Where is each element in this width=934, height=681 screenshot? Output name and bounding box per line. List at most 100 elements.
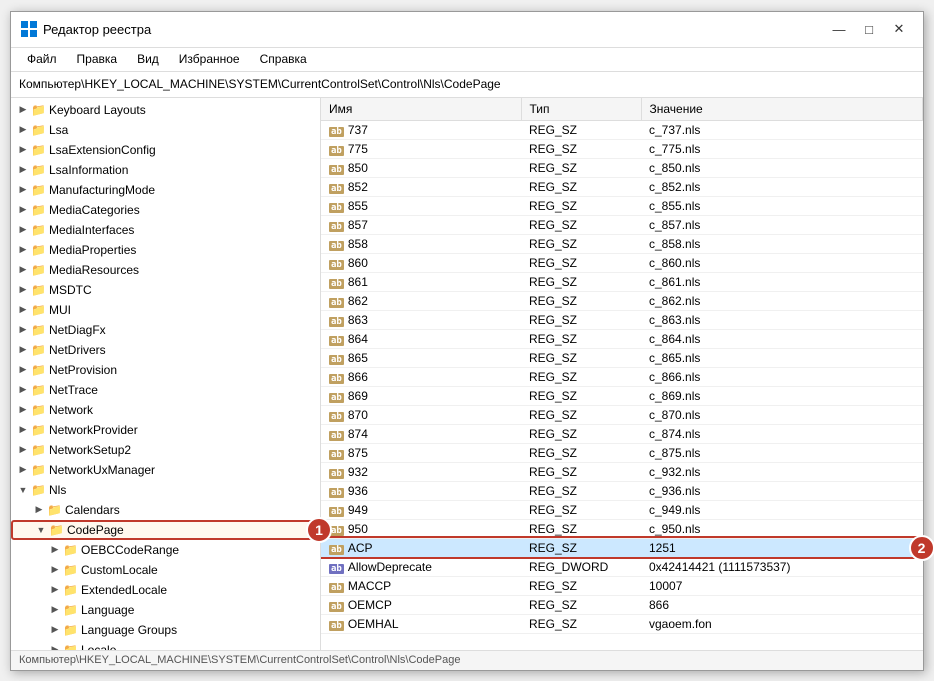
col-value: Значение <box>641 98 923 121</box>
table-panel[interactable]: Имя Тип Значение ab737REG_SZc_737.nlsab7… <box>321 98 923 650</box>
tree-panel[interactable]: ▶📁Keyboard Layouts▶📁Lsa▶📁LsaExtensionCon… <box>11 98 321 650</box>
tree-item-networkprovider[interactable]: ▶📁NetworkProvider <box>11 420 320 440</box>
tree-item-netprovision[interactable]: ▶📁NetProvision <box>11 360 320 380</box>
row-value: 0x42414421 (1111573537) <box>641 557 923 576</box>
row-type: REG_SZ <box>521 196 641 215</box>
table-row[interactable]: ab874REG_SZc_874.nls <box>321 424 923 443</box>
table-row[interactable]: ab852REG_SZc_852.nls <box>321 177 923 196</box>
row-type: REG_SZ <box>521 462 641 481</box>
table-row[interactable]: ab737REG_SZc_737.nls <box>321 120 923 139</box>
tree-item-customlocale[interactable]: ▶📁CustomLocale <box>11 560 320 580</box>
table-row[interactable]: ab865REG_SZc_865.nls <box>321 348 923 367</box>
menu-bar: Файл Правка Вид Избранное Справка <box>11 48 923 72</box>
table-row[interactable]: ab875REG_SZc_875.nls <box>321 443 923 462</box>
row-type: REG_SZ <box>521 139 641 158</box>
tree-item-netdrivers[interactable]: ▶📁NetDrivers <box>11 340 320 360</box>
row-name: ab852 <box>321 177 521 196</box>
tree-item-mediacategories[interactable]: ▶📁MediaCategories <box>11 200 320 220</box>
table-row[interactable]: ab855REG_SZc_855.nls <box>321 196 923 215</box>
tree-item-label: Nls <box>49 483 66 497</box>
tree-item-networkuxmanager[interactable]: ▶📁NetworkUxManager <box>11 460 320 480</box>
tree-toggle-icon: ▶ <box>15 204 31 215</box>
table-row[interactable]: ab950REG_SZc_950.nls <box>321 519 923 538</box>
menu-favorites[interactable]: Избранное <box>171 50 248 68</box>
table-row[interactable]: ab862REG_SZc_862.nls <box>321 291 923 310</box>
type-icon: ab <box>329 165 344 175</box>
tree-item-locale[interactable]: ▶📁Locale <box>11 640 320 650</box>
type-icon: ab <box>329 260 344 270</box>
row-type: REG_SZ <box>521 310 641 329</box>
close-button[interactable]: ✕ <box>885 18 913 40</box>
table-row[interactable]: ab858REG_SZc_858.nls <box>321 234 923 253</box>
tree-toggle-icon: ▶ <box>15 344 31 355</box>
row-type: REG_SZ <box>521 291 641 310</box>
row-name: ab860 <box>321 253 521 272</box>
tree-item-mui[interactable]: ▶📁MUI <box>11 300 320 320</box>
type-icon: ab <box>329 241 344 251</box>
folder-icon: 📁 <box>63 643 79 650</box>
tree-item-language-groups[interactable]: ▶📁Language Groups <box>11 620 320 640</box>
status-bar: Компьютер\HKEY_LOCAL_MACHINE\SYSTEM\Curr… <box>11 650 923 670</box>
tree-item-netdiagfx[interactable]: ▶📁NetDiagFx <box>11 320 320 340</box>
folder-icon: 📁 <box>31 463 47 477</box>
table-row[interactable]: ab864REG_SZc_864.nls <box>321 329 923 348</box>
type-icon: ab <box>329 488 344 498</box>
tree-item-mediainterfaces[interactable]: ▶📁MediaInterfaces <box>11 220 320 240</box>
tree-item-manufacturingmode[interactable]: ▶📁ManufacturingMode <box>11 180 320 200</box>
table-row[interactable]: ab932REG_SZc_932.nls <box>321 462 923 481</box>
table-row[interactable]: ab869REG_SZc_869.nls <box>321 386 923 405</box>
minimize-button[interactable]: — <box>825 18 853 40</box>
tree-item-networksetup2[interactable]: ▶📁NetworkSetup2 <box>11 440 320 460</box>
menu-file[interactable]: Файл <box>19 50 65 68</box>
tree-toggle-icon: ▶ <box>15 324 31 335</box>
table-row[interactable]: ab866REG_SZc_866.nls <box>321 367 923 386</box>
table-row[interactable]: ab850REG_SZc_850.nls <box>321 158 923 177</box>
table-row[interactable]: abACPREG_SZ1251 <box>321 538 923 557</box>
table-row[interactable]: abAllowDeprecateREG_DWORD0x42414421 (111… <box>321 557 923 576</box>
tree-item-mediaproperties[interactable]: ▶📁MediaProperties <box>11 240 320 260</box>
tree-item-extendedlocale[interactable]: ▶📁ExtendedLocale <box>11 580 320 600</box>
tree-item-mediaresources[interactable]: ▶📁MediaResources <box>11 260 320 280</box>
tree-toggle-icon: ▶ <box>15 364 31 375</box>
tree-item-codepage[interactable]: ▼📁CodePage <box>11 520 320 540</box>
row-value: c_949.nls <box>641 500 923 519</box>
tree-item-network[interactable]: ▶📁Network <box>11 400 320 420</box>
menu-view[interactable]: Вид <box>129 50 167 68</box>
table-row[interactable]: ab870REG_SZc_870.nls <box>321 405 923 424</box>
tree-item-calendars[interactable]: ▶📁Calendars <box>11 500 320 520</box>
tree-item-nls[interactable]: ▼📁Nls <box>11 480 320 500</box>
maximize-button[interactable]: □ <box>855 18 883 40</box>
row-type: REG_SZ <box>521 329 641 348</box>
row-name: ab950 <box>321 519 521 538</box>
tree-item-keyboard-layouts[interactable]: ▶📁Keyboard Layouts <box>11 100 320 120</box>
row-value: c_775.nls <box>641 139 923 158</box>
tree-item-msdtc[interactable]: ▶📁MSDTC <box>11 280 320 300</box>
row-name: abMACCP <box>321 576 521 595</box>
tree-item-language[interactable]: ▶📁Language <box>11 600 320 620</box>
tree-item-lsainformation[interactable]: ▶📁LsaInformation <box>11 160 320 180</box>
type-icon: ab <box>329 583 344 593</box>
table-row[interactable]: abOEMHALREG_SZvgaoem.fon <box>321 614 923 633</box>
table-row[interactable]: abMACCPREG_SZ10007 <box>321 576 923 595</box>
tree-item-lsaextensionconfig[interactable]: ▶📁LsaExtensionConfig <box>11 140 320 160</box>
table-row[interactable]: ab863REG_SZc_863.nls <box>321 310 923 329</box>
table-row[interactable]: ab936REG_SZc_936.nls <box>321 481 923 500</box>
table-row[interactable]: ab775REG_SZc_775.nls <box>321 139 923 158</box>
table-row[interactable]: ab857REG_SZc_857.nls <box>321 215 923 234</box>
row-type: REG_SZ <box>521 576 641 595</box>
menu-edit[interactable]: Правка <box>69 50 126 68</box>
tree-item-nettrace[interactable]: ▶📁NetTrace <box>11 380 320 400</box>
tree-item-lsa[interactable]: ▶📁Lsa <box>11 120 320 140</box>
row-name: ab869 <box>321 386 521 405</box>
table-row[interactable]: ab860REG_SZc_860.nls <box>321 253 923 272</box>
table-row[interactable]: ab861REG_SZc_861.nls <box>321 272 923 291</box>
table-row[interactable]: abOEMCPREG_SZ866 <box>321 595 923 614</box>
table-row[interactable]: ab949REG_SZc_949.nls <box>321 500 923 519</box>
tree-toggle-icon: ▶ <box>15 164 31 175</box>
folder-icon: 📁 <box>31 263 47 277</box>
tree-item-oebccoderange[interactable]: ▶📁OEBCCodeRange <box>11 540 320 560</box>
row-name: ab865 <box>321 348 521 367</box>
row-value: c_864.nls <box>641 329 923 348</box>
menu-help[interactable]: Справка <box>252 50 315 68</box>
row-type: REG_SZ <box>521 215 641 234</box>
